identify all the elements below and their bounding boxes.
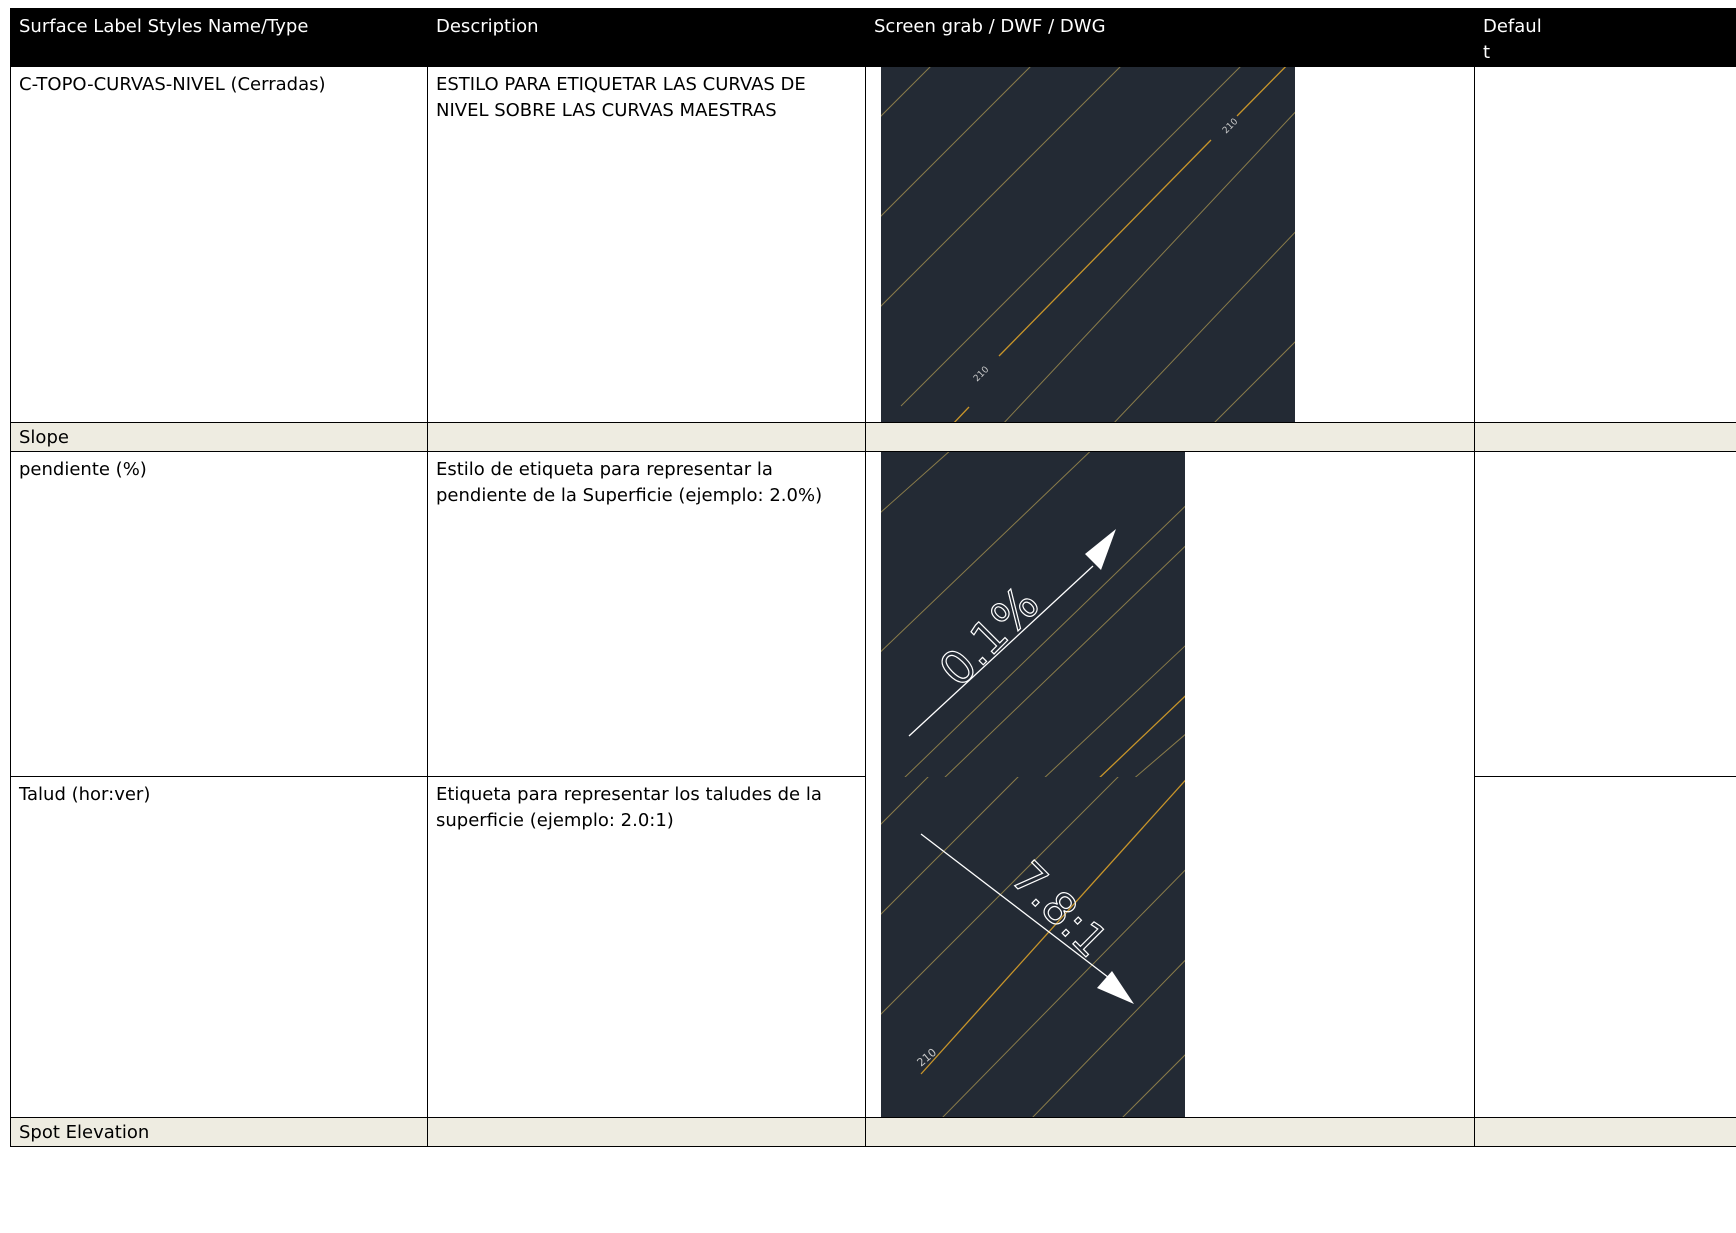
label-styles-table: Surface Label Styles Name/Type Descripti…	[10, 8, 1736, 1147]
style-description: ESTILO PARA ETIQUETAR LAS CURVAS DE NIVE…	[427, 66, 866, 423]
default-cell	[1474, 451, 1736, 777]
screen-grab-cell: 0.1%	[865, 451, 1475, 777]
screen-grab-cell: 7.8:1 210	[865, 776, 1475, 1118]
section-title: Spot Elevation	[10, 1117, 428, 1147]
talud-label-screenshot: 7.8:1 210	[881, 776, 1185, 1117]
style-description: Estilo de etiqueta para representar la p…	[427, 451, 866, 777]
header-screen-grab: Screen grab / DWF / DWG	[865, 8, 1475, 67]
section-title: Slope	[10, 422, 428, 452]
contour-label-screenshot: 210 210	[881, 67, 1295, 422]
table-row: Talud (hor:ver) Etiqueta para representa…	[10, 776, 1736, 1118]
screen-grab-cell: 210 210	[865, 66, 1475, 423]
style-name: C-TOPO-CURVAS-NIVEL (Cerradas)	[10, 66, 428, 423]
slope-label-screenshot: 0.1%	[881, 452, 1185, 777]
header-description: Description	[427, 8, 866, 67]
table-row: pendiente (%) Estilo de etiqueta para re…	[10, 451, 1736, 777]
style-name: Talud (hor:ver)	[10, 776, 428, 1118]
default-cell	[1474, 776, 1736, 1118]
label-styles-document: Surface Label Styles Name/Type Descripti…	[10, 8, 1736, 1233]
header-name: Surface Label Styles Name/Type	[10, 8, 428, 67]
style-name: pendiente (%)	[10, 451, 428, 777]
section-row-slope: Slope	[10, 422, 1736, 452]
default-cell	[1474, 66, 1736, 423]
style-description: Etiqueta para representar los taludes de…	[427, 776, 866, 1118]
header-default: Default	[1474, 8, 1736, 67]
header-row: Surface Label Styles Name/Type Descripti…	[10, 8, 1736, 67]
section-row-spot-elevation: Spot Elevation	[10, 1117, 1736, 1147]
table-row: C-TOPO-CURVAS-NIVEL (Cerradas) ESTILO PA…	[10, 66, 1736, 423]
